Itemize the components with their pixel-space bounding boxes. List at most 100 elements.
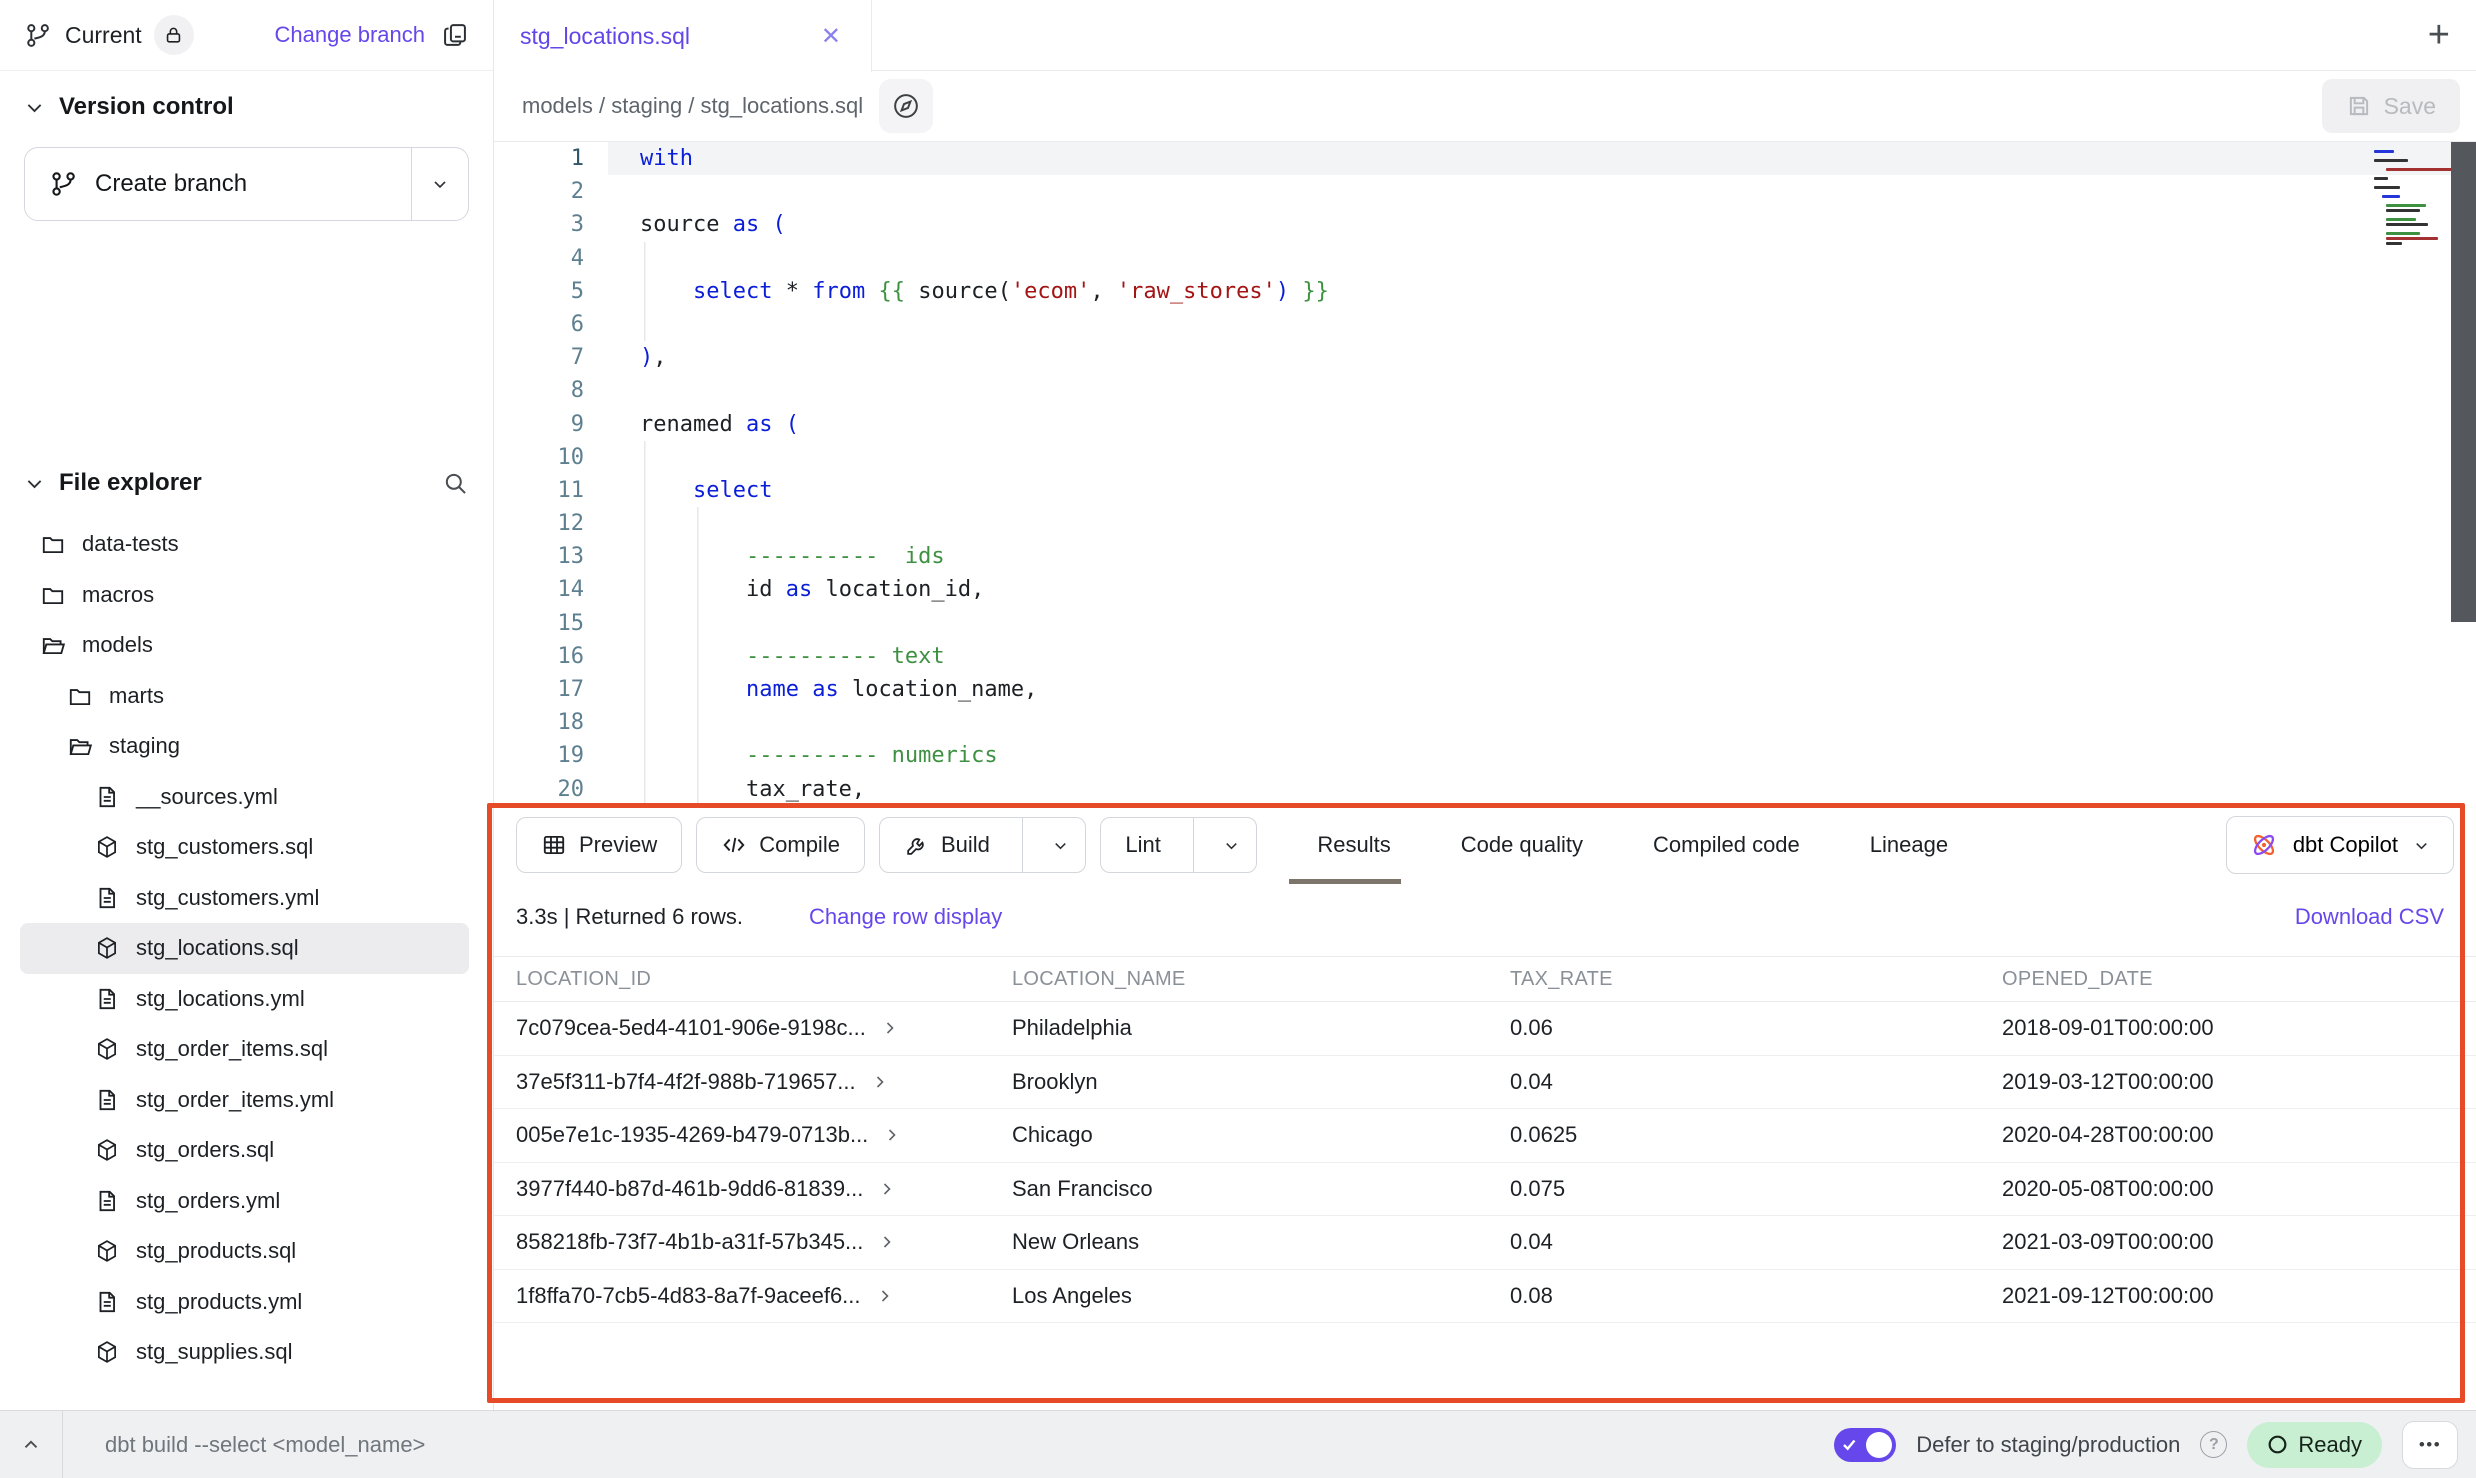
- file-icon: [94, 784, 120, 810]
- tab-lineage[interactable]: Lineage: [1868, 816, 1950, 874]
- build-dropdown[interactable]: [1035, 818, 1085, 872]
- help-icon[interactable]: ?: [2200, 1431, 2227, 1458]
- file-tree-item-stg-customers-yml[interactable]: stg_customers.yml: [20, 873, 469, 924]
- code-line[interactable]: 13 ---------- ids: [494, 540, 2476, 573]
- code-line[interactable]: 15: [494, 607, 2476, 640]
- search-icon[interactable]: [442, 470, 469, 497]
- file-tree-item-stg-order-items-yml[interactable]: stg_order_items.yml: [20, 1075, 469, 1126]
- create-branch-dropdown[interactable]: [412, 148, 468, 220]
- file-tree-item-stg-locations-sql[interactable]: stg_locations.sql: [20, 923, 469, 974]
- code-text: [608, 175, 2476, 208]
- code-line[interactable]: 1with: [494, 142, 2476, 175]
- table-row[interactable]: 37e5f311-b7f4-4f2f-988b-719657...Brookly…: [494, 1056, 2476, 1110]
- lineage-compass-button[interactable]: [879, 79, 933, 133]
- folder-icon: [40, 531, 66, 557]
- compile-label: Compile: [759, 832, 840, 858]
- code-line[interactable]: 14 id as location_id,: [494, 573, 2476, 606]
- file-explorer-title: File explorer: [59, 469, 202, 497]
- download-csv-link[interactable]: Download CSV: [2295, 904, 2444, 930]
- expand-chevron-icon[interactable]: [884, 1127, 900, 1143]
- table-row[interactable]: 3977f440-b87d-461b-9dd6-81839...San Fran…: [494, 1163, 2476, 1217]
- file-tree-item-stg-orders-sql[interactable]: stg_orders.sql: [20, 1125, 469, 1176]
- change-branch-link[interactable]: Change branch: [275, 22, 425, 48]
- file-tree-item-stg-order-items-sql[interactable]: stg_order_items.sql: [20, 1024, 469, 1075]
- editor-scrollbar[interactable]: [2451, 142, 2476, 622]
- file-tree-item-models[interactable]: models: [20, 620, 469, 671]
- file-tree-item-marts[interactable]: marts: [20, 671, 469, 722]
- code-line[interactable]: 8: [494, 374, 2476, 407]
- cell-location-name: Chicago: [1012, 1122, 1510, 1148]
- tab-results[interactable]: Results: [1315, 816, 1392, 874]
- tab-compiled-code[interactable]: Compiled code: [1651, 816, 1802, 874]
- create-branch-label: Create branch: [95, 170, 247, 198]
- expand-chevron-icon[interactable]: [877, 1288, 893, 1304]
- change-row-display-link[interactable]: Change row display: [809, 904, 1002, 930]
- code-line[interactable]: 9renamed as (: [494, 408, 2476, 441]
- minimap-line: [2386, 232, 2420, 235]
- cell-opened-date: 2020-05-08T00:00:00: [2002, 1176, 2476, 1202]
- file-explorer-header[interactable]: File explorer: [24, 469, 469, 497]
- create-branch-button[interactable]: Create branch: [24, 147, 469, 221]
- code-line[interactable]: 6: [494, 308, 2476, 341]
- file-tree-item-staging[interactable]: staging: [20, 721, 469, 772]
- lint-dropdown[interactable]: [1206, 818, 1256, 872]
- code-line[interactable]: 18: [494, 706, 2476, 739]
- chevron-down-icon: [1222, 836, 1241, 855]
- table-row[interactable]: 7c079cea-5ed4-4101-906e-9198c...Philadel…: [494, 1002, 2476, 1056]
- lint-button[interactable]: Lint: [1100, 817, 1257, 873]
- compile-button[interactable]: Compile: [696, 817, 865, 873]
- code-line[interactable]: 19 ---------- numerics: [494, 739, 2476, 772]
- code-line[interactable]: 20 tax_rate,: [494, 773, 2476, 806]
- preview-button[interactable]: Preview: [516, 817, 682, 873]
- code-line[interactable]: 11 select: [494, 474, 2476, 507]
- code-line[interactable]: 16 ---------- text: [494, 640, 2476, 673]
- defer-toggle[interactable]: [1834, 1428, 1896, 1462]
- dbt-copilot-logo-icon: [2249, 830, 2279, 860]
- file-tree-item-stg-products-yml[interactable]: stg_products.yml: [20, 1277, 469, 1328]
- file-tree-item-stg-orders-yml[interactable]: stg_orders.yml: [20, 1176, 469, 1227]
- file-tree-item-stg-customers-sql[interactable]: stg_customers.sql: [20, 822, 469, 873]
- more-options-button[interactable]: •••: [2402, 1421, 2458, 1469]
- code-line[interactable]: 3source as (: [494, 208, 2476, 241]
- version-control-header[interactable]: Version control: [24, 93, 469, 121]
- table-row[interactable]: 005e7e1c-1935-4269-b479-0713b...Chicago0…: [494, 1109, 2476, 1163]
- code-editor[interactable]: 1with23source as (45 select * from {{ so…: [494, 142, 2476, 806]
- expand-chevron-icon[interactable]: [882, 1020, 898, 1036]
- code-line[interactable]: 7),: [494, 341, 2476, 374]
- build-button[interactable]: Build: [879, 817, 1086, 873]
- code-line[interactable]: 2: [494, 175, 2476, 208]
- save-button[interactable]: Save: [2322, 79, 2460, 133]
- table-row[interactable]: 858218fb-73f7-4b1b-a31f-57b345...New Orl…: [494, 1216, 2476, 1270]
- command-input[interactable]: dbt build --select <model_name>: [105, 1432, 425, 1458]
- expand-chevron-icon[interactable]: [879, 1234, 895, 1250]
- code-text: [608, 607, 2476, 640]
- table-row[interactable]: 1f8ffa70-7cb5-4d83-8a7f-9aceef6...Los An…: [494, 1270, 2476, 1324]
- minimap-line: [2386, 223, 2428, 226]
- file-tree-item-macros[interactable]: macros: [20, 570, 469, 621]
- file-tree-item--sources-yml[interactable]: __sources.yml: [20, 772, 469, 823]
- status-circle-icon: [2267, 1434, 2288, 1455]
- tab-code-quality[interactable]: Code quality: [1459, 816, 1585, 874]
- compass-icon: [892, 92, 920, 120]
- file-tree-item-stg-locations-yml[interactable]: stg_locations.yml: [20, 974, 469, 1025]
- file-tree-item-data-tests[interactable]: data-tests: [20, 519, 469, 570]
- dbt-copilot-button[interactable]: dbt Copilot: [2226, 816, 2454, 874]
- line-number: 3: [494, 208, 608, 241]
- file-tree-item-stg-supplies-sql[interactable]: stg_supplies.sql: [20, 1327, 469, 1378]
- minimap[interactable]: [2374, 150, 2440, 247]
- tab-stg-locations[interactable]: stg_locations.sql ✕: [494, 0, 872, 72]
- expand-chevron-icon[interactable]: [879, 1181, 895, 1197]
- code-line[interactable]: 4: [494, 242, 2476, 275]
- cell-opened-date: 2021-03-09T00:00:00: [2002, 1229, 2476, 1255]
- new-tab-plus-icon[interactable]: +: [2428, 16, 2450, 54]
- file-tree-item-stg-products-sql[interactable]: stg_products.sql: [20, 1226, 469, 1277]
- copy-icon[interactable]: [441, 21, 469, 49]
- code-line[interactable]: 17 name as location_name,: [494, 673, 2476, 706]
- code-line[interactable]: 10: [494, 441, 2476, 474]
- code-line[interactable]: 5 select * from {{ source('ecom', 'raw_s…: [494, 275, 2476, 308]
- close-icon[interactable]: ✕: [817, 20, 845, 53]
- collapse-chevron-icon[interactable]: [0, 1411, 62, 1478]
- expand-chevron-icon[interactable]: [872, 1074, 888, 1090]
- code-line[interactable]: 12: [494, 507, 2476, 540]
- create-branch-main[interactable]: Create branch: [25, 148, 411, 220]
